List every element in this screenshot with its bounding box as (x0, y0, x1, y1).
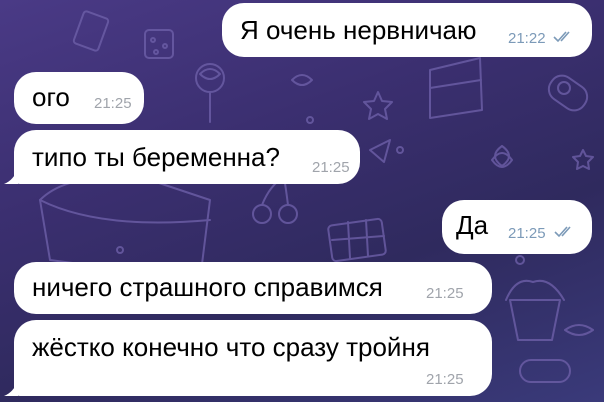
double-check-icon (554, 226, 571, 238)
message-bubble-outgoing[interactable]: Да 21:25 (442, 200, 592, 254)
message-bubble-outgoing[interactable]: Я очень нервничаю 21:22 (222, 3, 592, 57)
double-check-icon (553, 31, 570, 43)
message-bubble-incoming[interactable]: жёстко конечно что сразу тройня 21:25 (14, 320, 492, 396)
message-time: 21:25 (312, 159, 350, 176)
message-text: ничего страшного справимся (32, 272, 383, 302)
message-time: 21:22 (508, 30, 546, 47)
message-bubble-incoming[interactable]: ого 21:25 (14, 72, 144, 124)
message-text: жёстко конечно что сразу тройня (32, 332, 430, 362)
message-text: Да (456, 210, 489, 240)
bubble-tail (4, 168, 18, 184)
message-text: ого (32, 82, 70, 112)
message-time: 21:25 (426, 285, 464, 302)
message-text: типо ты беременна? (32, 142, 280, 172)
bubble-tail (4, 380, 18, 396)
message-text: Я очень нервничаю (240, 15, 477, 45)
message-time: 21:25 (426, 371, 464, 388)
message-time: 21:25 (94, 95, 132, 112)
message-time: 21:25 (508, 225, 546, 242)
message-bubble-incoming[interactable]: типо ты беременна? 21:25 (14, 130, 360, 184)
message-bubble-incoming[interactable]: ничего страшного справимся 21:25 (14, 262, 492, 314)
